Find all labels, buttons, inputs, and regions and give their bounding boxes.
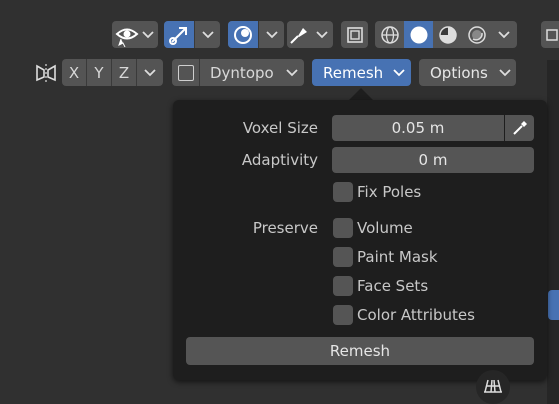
xray-toggle-button[interactable] [287,21,311,48]
gizmo-icon [169,26,187,45]
side-panel-highlight [548,290,559,320]
remesh-popover: Voxel Size 0.05 m Adaptivity 0 m Fix Pol… [173,100,547,380]
mirror-z-toggle[interactable]: Z [112,59,136,86]
remesh-button-label: Remesh [329,342,391,360]
shading-options-dropdown[interactable] [491,21,517,48]
overlay-toggle-group [228,21,284,48]
chevron-down-icon [316,30,328,38]
preserve-face-sets-checkbox[interactable] [333,276,353,296]
adaptivity-label: Adaptivity [241,151,318,169]
grid-button[interactable] [476,370,510,404]
chevron-down-icon [142,31,154,39]
overlay-toggle-button[interactable] [228,21,258,48]
preserve-paint-mask-label: Paint Mask [357,248,438,266]
preserve-face-sets-label: Face Sets [357,277,429,295]
remesh-button[interactable]: Remesh [186,337,534,365]
solid-icon [410,26,427,43]
eyedropper-icon [512,121,527,135]
fix-poles-label: Fix Poles [357,183,422,201]
chevron-down-icon [286,69,298,77]
mirror-x-toggle[interactable]: X [62,59,86,86]
grid-icon [484,379,502,393]
preserve-color-attributes-label: Color Attributes [357,306,475,324]
options-dropdown[interactable]: Options [419,59,516,86]
gizmo-toggle-group [164,21,220,48]
visibility-dropdown[interactable] [112,21,158,48]
dyntopo-checkbox[interactable] [177,64,194,81]
voxel-size-sample-button[interactable] [505,115,534,141]
dyntopo-dropdown[interactable]: Dyntopo [200,59,304,86]
adaptivity-value: 0 m [418,151,448,169]
dyntopo-checkbox-cell[interactable] [172,59,199,86]
mirror-icon [36,64,56,82]
voxel-size-value: 0.05 m [391,119,445,137]
options-dropdown-label: Options [430,63,488,82]
mirror-options-dropdown[interactable] [137,59,163,86]
preserve-color-attributes-checkbox[interactable] [333,305,353,325]
chevron-down-icon [265,30,278,38]
rendered-shading-button[interactable] [462,21,491,48]
preserve-paint-mask-checkbox[interactable] [333,247,353,267]
gizmo-toggle-button[interactable] [164,21,194,48]
material-preview-shading-button[interactable] [433,21,462,48]
editor-type-button[interactable] [541,21,559,48]
chevron-down-icon [499,69,511,77]
axis-z-label: Z [118,63,130,82]
remesh-dropdown[interactable]: Remesh [312,59,411,86]
preserve-volume-label: Volume [357,219,413,237]
rendered-icon [467,25,486,44]
preserve-volume-checkbox[interactable] [333,218,353,238]
side-panel-edge [547,60,559,404]
toggle-xray-button[interactable] [341,21,368,48]
mirror-y-toggle[interactable]: Y [87,59,111,86]
remesh-dropdown-label: Remesh [323,63,384,82]
wireframe-icon [380,25,399,44]
voxel-size-label: Voxel Size [242,119,318,137]
eye-icon [115,28,139,47]
axis-x-label: X [68,63,80,82]
chevron-down-icon [498,30,510,38]
wireframe-shading-button[interactable] [375,21,404,48]
material-preview-icon [438,25,457,44]
grid-icon [546,28,558,41]
chevron-down-icon [201,30,214,38]
xray-dropdown[interactable] [311,21,333,48]
xray-toggle-group [287,21,333,48]
chevron-down-icon [393,69,405,77]
xray-icon [290,27,307,44]
dyntopo-label: Dyntopo [210,63,274,82]
dyntopo-control: Dyntopo [172,59,304,86]
overlay-icon [234,25,252,44]
preserve-label: Preserve [252,219,318,237]
gizmo-dropdown[interactable] [195,21,220,48]
frame-icon [346,26,363,43]
mirror-axis-group: X Y Z [62,59,163,86]
overlay-dropdown[interactable] [259,21,284,48]
solid-shading-button[interactable] [404,21,433,48]
adaptivity-field[interactable]: 0 m [332,147,534,173]
chevron-down-icon [144,68,156,76]
shading-mode-group [375,21,517,48]
axis-y-label: Y [94,63,104,82]
voxel-size-field[interactable]: 0.05 m [332,115,504,141]
fix-poles-checkbox[interactable] [333,182,353,202]
